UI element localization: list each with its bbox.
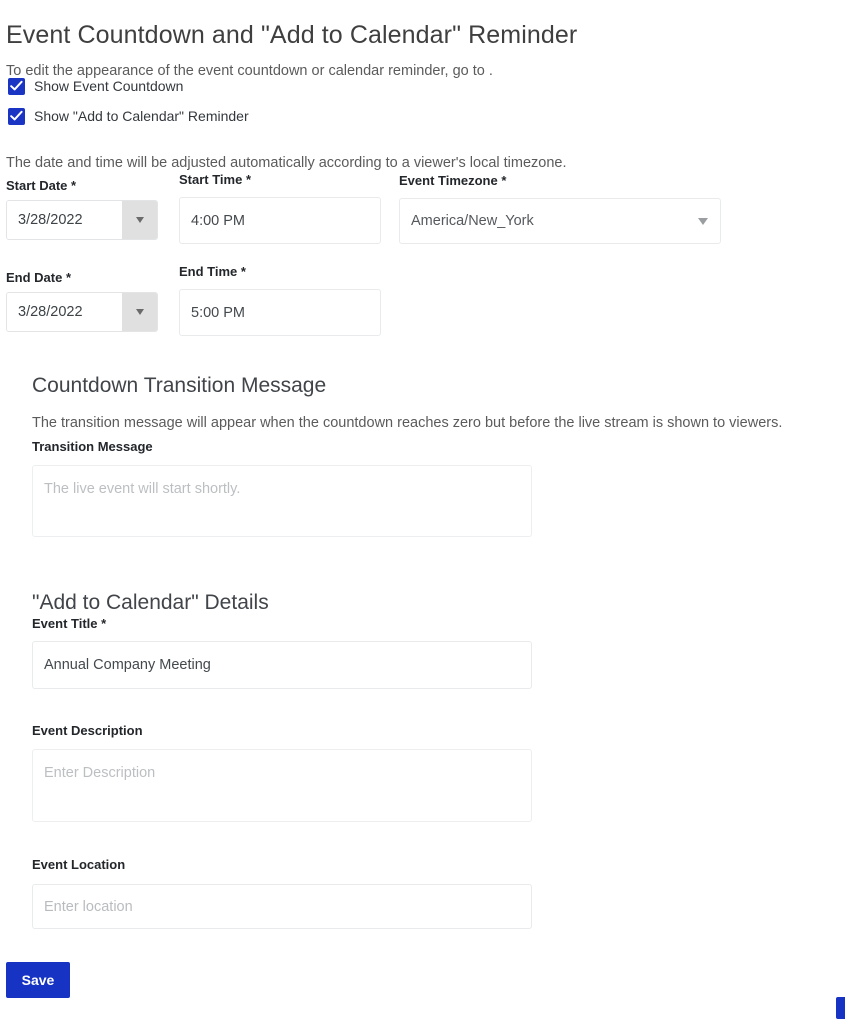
toggle-label-show-add-to-calendar-reminder: Show "Add to Calendar" Reminder: [34, 108, 249, 124]
event-title-input[interactable]: Annual Company Meeting: [32, 641, 532, 689]
label-transition-message: Transition Message: [32, 439, 153, 454]
event-timezone-value: America/New_York: [411, 213, 534, 229]
end-date-dropdown-button[interactable]: [122, 293, 157, 331]
label-event-timezone: Event Timezone *: [399, 173, 507, 188]
label-end-time: End Time *: [179, 264, 246, 279]
chevron-down-icon: [698, 217, 708, 225]
end-time-value: 5:00 PM: [191, 304, 245, 321]
help-widget-badge[interactable]: [836, 997, 845, 1019]
event-description-placeholder: Enter Description: [44, 765, 156, 781]
end-time-input[interactable]: 5:00 PM: [179, 289, 381, 336]
timezone-note: The date and time will be adjusted autom…: [6, 154, 567, 171]
page-title: Event Countdown and "Add to Calendar" Re…: [6, 20, 578, 49]
event-location-placeholder: Enter location: [44, 898, 133, 915]
event-timezone-select[interactable]: America/New_York: [399, 198, 721, 244]
settings-page: Event Countdown and "Add to Calendar" Re…: [0, 0, 845, 1019]
label-event-location: Event Location: [32, 857, 126, 872]
checkbox-show-event-countdown[interactable]: [8, 77, 25, 95]
event-title-value: Annual Company Meeting: [44, 657, 211, 673]
save-button[interactable]: Save: [6, 962, 70, 998]
toggle-show-add-to-calendar-reminder[interactable]: Show "Add to Calendar" Reminder: [8, 107, 249, 125]
toggle-show-event-countdown[interactable]: Show Event Countdown: [8, 77, 183, 95]
chevron-down-icon: [135, 309, 144, 315]
checkbox-show-add-to-calendar-reminder[interactable]: [8, 107, 25, 125]
section-title-countdown-transition-message: Countdown Transition Message: [32, 374, 327, 398]
label-event-description: Event Description: [32, 723, 143, 738]
end-date-picker[interactable]: 3/28/2022: [6, 292, 158, 332]
start-time-value: 4:00 PM: [191, 212, 245, 229]
label-end-date: End Date *: [6, 270, 72, 285]
start-date-value[interactable]: 3/28/2022: [7, 201, 122, 239]
start-date-picker[interactable]: 3/28/2022: [6, 200, 158, 240]
section-description-transition: The transition message will appear when …: [32, 414, 783, 431]
event-description-textarea[interactable]: Enter Description: [32, 749, 532, 822]
transition-message-textarea[interactable]: The live event will start shortly.: [32, 465, 532, 537]
chevron-down-icon: [135, 217, 144, 223]
check-icon: [10, 80, 23, 91]
event-location-input[interactable]: Enter location: [32, 884, 532, 929]
section-title-add-to-calendar-details: "Add to Calendar" Details: [32, 591, 269, 615]
label-event-title: Event Title *: [32, 616, 107, 631]
toggle-label-show-event-countdown: Show Event Countdown: [34, 78, 184, 94]
end-date-value[interactable]: 3/28/2022: [7, 293, 122, 331]
start-time-input[interactable]: 4:00 PM: [179, 197, 381, 244]
start-date-dropdown-button[interactable]: [122, 201, 157, 239]
check-icon: [10, 110, 23, 121]
label-start-time: Start Time *: [179, 172, 252, 187]
transition-message-placeholder: The live event will start shortly.: [44, 481, 241, 497]
label-start-date: Start Date *: [6, 178, 77, 193]
